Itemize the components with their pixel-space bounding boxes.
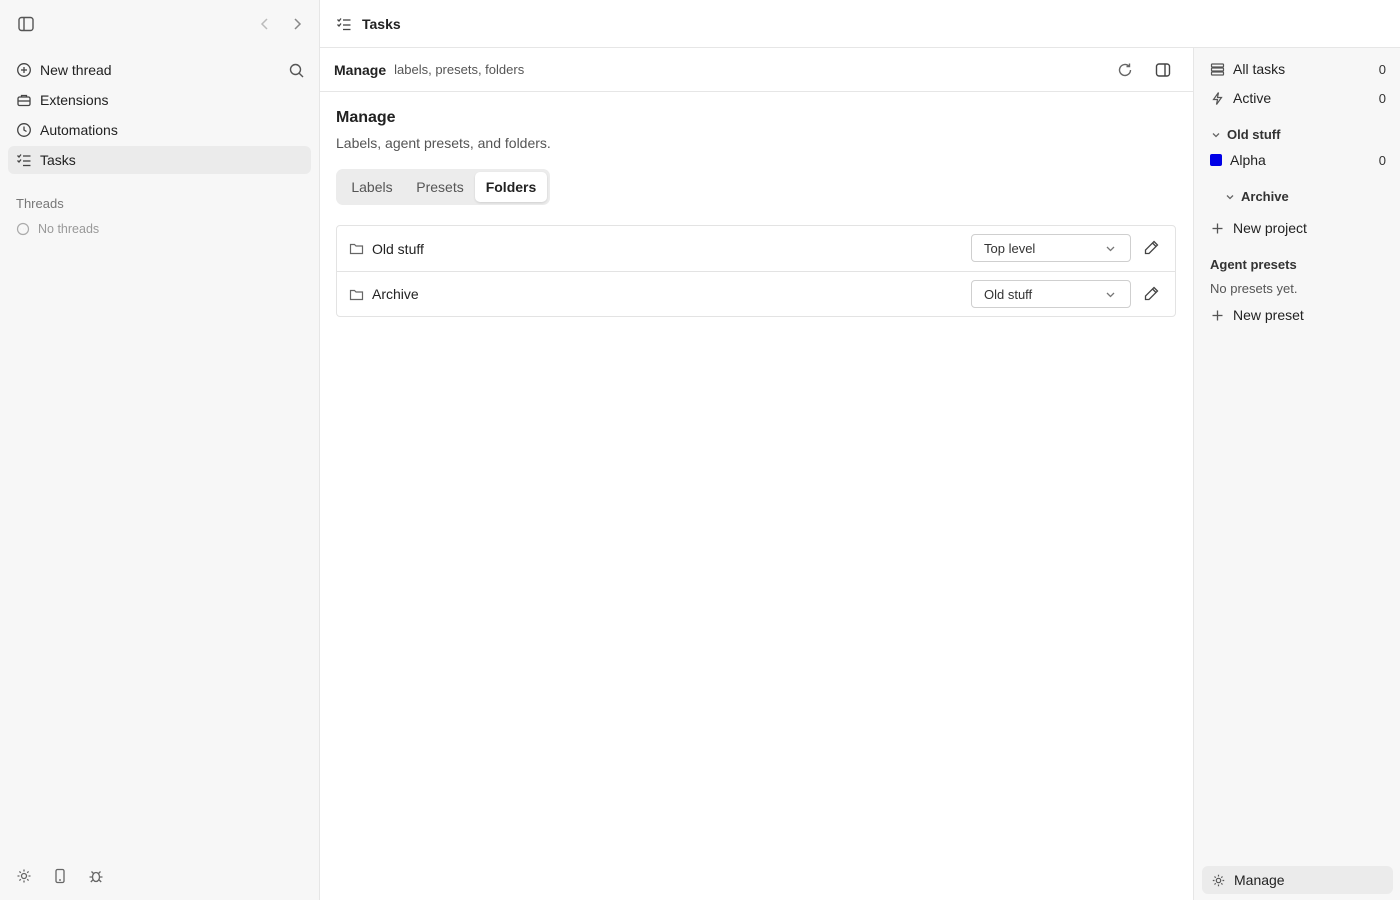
folder-icon (349, 287, 364, 302)
section-title: Manage (336, 109, 396, 126)
threads-empty-label: No threads (38, 222, 100, 236)
filter-active[interactable]: Active 0 (1210, 90, 1386, 106)
bug-icon[interactable] (87, 867, 105, 885)
list-check-icon (16, 152, 32, 168)
tab-labels[interactable]: Labels (339, 172, 405, 202)
manage-tabs: Labels Presets Folders (336, 169, 550, 205)
sidebar-item-label: Automations (40, 122, 118, 138)
project-count: 0 (1378, 152, 1386, 168)
settings-gear-icon[interactable] (15, 867, 33, 885)
folder-row: Archive Old stuff (337, 271, 1175, 316)
folder-name: Archive (372, 286, 419, 302)
filter-count: 0 (1378, 90, 1386, 106)
folder-name: Old stuff (372, 240, 424, 257)
chevron-down-icon (1105, 243, 1116, 254)
folder-group-archive[interactable]: Archive (1225, 189, 1289, 204)
toggle-right-panel-icon[interactable] (1154, 61, 1172, 79)
new-project-label: New project (1233, 220, 1307, 236)
clock-icon (16, 122, 32, 138)
agent-presets-heading: Agent presets (1210, 257, 1297, 272)
right-panel: All tasks 0 Active 0 Old stuff Alpha 0 A… (1193, 48, 1400, 900)
folder-row: Old stuff Top level (337, 226, 1175, 271)
folder-icon (349, 241, 364, 256)
new-preset-button[interactable]: New preset (1210, 307, 1386, 323)
parent-folder-value: Old stuff (984, 286, 1033, 302)
list-check-icon (336, 16, 352, 32)
sidebar-item-label: Tasks (40, 152, 76, 168)
tab-presets[interactable]: Presets (405, 172, 475, 202)
parent-folder-select[interactable]: Top level (971, 234, 1131, 262)
filter-count: 0 (1378, 61, 1386, 77)
gear-icon (1211, 873, 1226, 888)
folder-group-label: Archive (1241, 189, 1289, 204)
app-window: New thread Extensions Automations Tasks … (0, 0, 1400, 900)
plus-icon (1210, 221, 1225, 236)
new-preset-label: New preset (1233, 307, 1304, 323)
sidebar-item-tasks[interactable]: Tasks (8, 146, 311, 174)
sidebar-item-label: New thread (40, 62, 112, 78)
threads-empty-state: No threads (16, 222, 99, 236)
briefcase-icon (16, 92, 32, 108)
sidebar-header (0, 0, 319, 48)
filter-label: All tasks (1233, 61, 1286, 77)
forward-arrow-icon[interactable] (288, 15, 306, 33)
filter-label: Active (1233, 90, 1272, 106)
manage-button[interactable]: Manage (1202, 866, 1393, 894)
presets-empty-state: No presets yet. (1210, 281, 1298, 296)
chevron-down-icon (1225, 192, 1235, 202)
project-label: Alpha (1230, 152, 1266, 168)
plus-icon (1210, 308, 1225, 323)
breadcrumb-subtitle: labels, presets, folders (394, 62, 525, 77)
left-sidebar: New thread Extensions Automations Tasks … (0, 0, 320, 900)
sidebar-item-automations[interactable]: Automations (8, 116, 311, 144)
parent-folder-value: Top level (984, 240, 1036, 256)
stack-icon (1210, 62, 1225, 77)
lightning-icon (1210, 91, 1225, 106)
chat-bubble-icon (16, 222, 30, 236)
mobile-phone-icon[interactable] (51, 867, 69, 885)
main-breadcrumb: Manage labels, presets, folders (320, 48, 1193, 92)
sidebar-item-new-thread[interactable]: New thread (8, 56, 311, 84)
chevron-down-icon (1211, 130, 1221, 140)
folder-group-old-stuff[interactable]: Old stuff (1211, 127, 1280, 142)
plus-circle-icon (16, 62, 32, 78)
filter-all-tasks[interactable]: All tasks 0 (1210, 61, 1386, 77)
project-color-swatch (1210, 154, 1222, 166)
parent-folder-select[interactable]: Old stuff (971, 280, 1131, 308)
threads-heading: Threads (16, 196, 64, 211)
back-arrow-icon[interactable] (256, 15, 274, 33)
page-title: Tasks (362, 15, 401, 32)
edit-pencil-icon[interactable] (1143, 239, 1160, 256)
folders-list: Old stuff Top level Archive Old stuff (336, 225, 1176, 317)
manage-label: Manage (1234, 872, 1285, 888)
project-alpha[interactable]: Alpha 0 (1210, 152, 1386, 168)
new-project-button[interactable]: New project (1210, 220, 1386, 236)
folder-group-label: Old stuff (1227, 127, 1281, 142)
top-header: Tasks (320, 0, 1400, 48)
tab-folders[interactable]: Folders (475, 172, 547, 202)
search-icon[interactable] (288, 62, 305, 79)
breadcrumb-title: Manage (334, 61, 387, 78)
section-subtitle: Labels, agent presets, and folders. (336, 135, 551, 151)
refresh-icon[interactable] (1116, 61, 1134, 79)
main-content: Manage labels, presets, folders Manage L… (320, 48, 1193, 900)
sidebar-item-extensions[interactable]: Extensions (8, 86, 311, 114)
sidebar-toggle-icon[interactable] (16, 14, 36, 34)
edit-pencil-icon[interactable] (1143, 285, 1160, 302)
chevron-down-icon (1105, 289, 1116, 300)
sidebar-item-label: Extensions (40, 92, 109, 108)
